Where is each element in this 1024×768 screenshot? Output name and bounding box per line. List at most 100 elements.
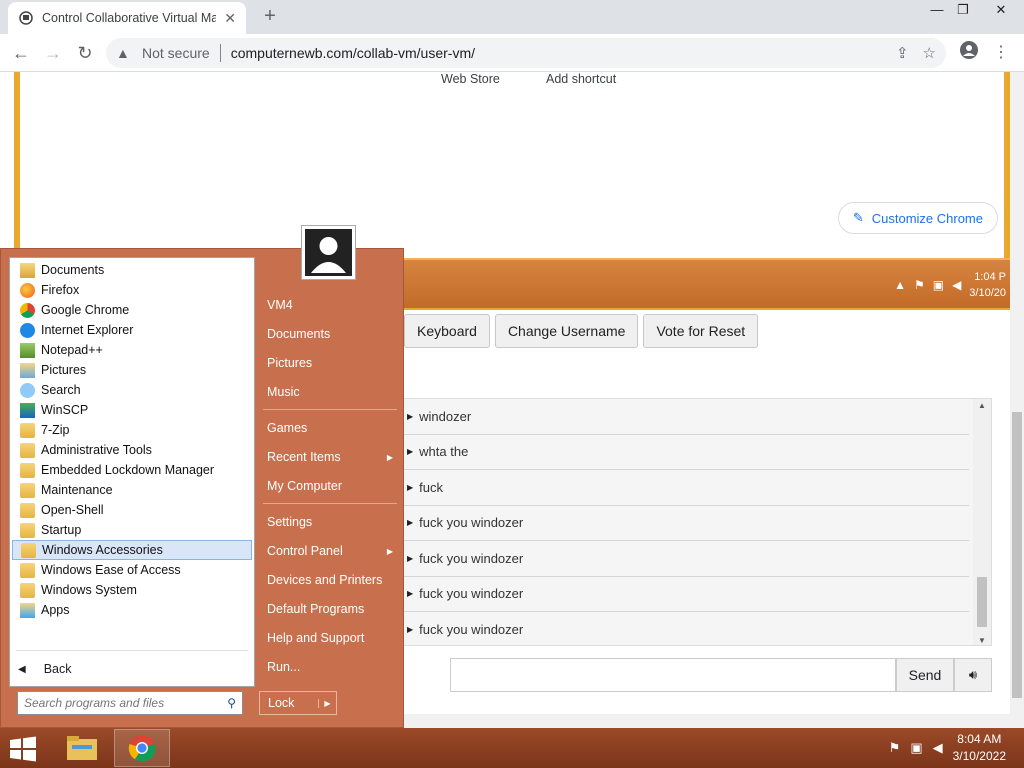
action-center-flag-icon[interactable]: ⚑ xyxy=(889,740,901,756)
lock-button[interactable]: Lock ▶ xyxy=(259,691,337,715)
start-right-item[interactable]: Settings xyxy=(259,509,399,535)
action-center-flag-icon[interactable]: ⚑ xyxy=(914,278,925,292)
clock-date: 3/10/2022 xyxy=(952,749,1006,763)
lock-label: Lock xyxy=(268,696,295,710)
vm-clock[interactable]: 1:04 P 3/10/20 xyxy=(969,269,1006,301)
start-right-item[interactable]: Control Panel ▶ xyxy=(259,538,399,564)
change-username-button[interactable]: Change Username xyxy=(494,314,639,348)
chat-message: 309▶fuck you windozer xyxy=(353,541,969,577)
program-item[interactable]: Administrative Tools xyxy=(12,440,252,460)
program-item[interactable]: Maintenance xyxy=(12,480,252,500)
chat-scrollbar[interactable]: ▲ ▼ xyxy=(973,399,991,645)
customize-chrome-button[interactable]: ✎ Customize Chrome xyxy=(837,202,998,234)
profile-icon[interactable] xyxy=(956,40,982,66)
start-right-item[interactable]: Default Programs xyxy=(259,596,399,622)
menu-kebab-icon[interactable]: ⋮ xyxy=(988,40,1014,66)
start-search-input[interactable] xyxy=(24,696,228,710)
chat-message: 309▶fuck you windozer xyxy=(353,577,969,612)
lock-options-arrow-icon[interactable]: ▶ xyxy=(318,698,336,708)
program-label: Documents xyxy=(41,263,105,277)
volume-muted-icon[interactable]: ◀ xyxy=(933,740,943,756)
window-close-button[interactable]: ✕ xyxy=(984,0,1018,22)
ntp-add-shortcut[interactable]: Add shortcut xyxy=(546,72,616,86)
restore-button[interactable]: ❐ xyxy=(946,0,980,22)
program-item[interactable]: Windows Accessories xyxy=(12,540,252,560)
program-item[interactable]: Embedded Lockdown Manager xyxy=(12,460,252,480)
start-search-box[interactable]: ⚲ xyxy=(17,691,243,715)
start-right-item[interactable]: Music xyxy=(259,379,399,405)
taskbar-clock[interactable]: 8:04 AM 3/10/2022 xyxy=(953,731,1006,765)
program-item[interactable]: Windows Ease of Access xyxy=(12,560,252,580)
keyboard-button[interactable]: Keyboard xyxy=(404,314,490,348)
folder-icon xyxy=(20,482,35,498)
page-scrollbar[interactable] xyxy=(1010,72,1024,728)
program-item[interactable]: 7-Zip xyxy=(12,420,252,440)
speaker-icon[interactable]: 🔊︎ xyxy=(954,658,992,692)
page-scroll-thumb[interactable] xyxy=(1012,412,1022,698)
program-item[interactable]: Open-Shell xyxy=(12,500,252,520)
folder-icon xyxy=(20,422,35,438)
scroll-down-icon[interactable]: ▼ xyxy=(978,636,986,645)
back-button[interactable]: ◀ Back xyxy=(18,662,72,676)
start-right-item[interactable]: Pictures xyxy=(259,350,399,376)
show-hidden-icon[interactable]: ▲ xyxy=(894,278,906,292)
browser-tab[interactable]: Control Collaborative Virtual Ma ✕ xyxy=(8,2,246,34)
address-bar[interactable]: ▲ Not secure computernewb.com/collab-vm/… xyxy=(106,38,946,68)
search-icon xyxy=(20,382,35,398)
message-arrow-icon: ▶ xyxy=(407,447,414,457)
reload-icon[interactable]: ↻ xyxy=(72,40,98,66)
share-icon[interactable]: ⇪ xyxy=(896,44,909,62)
chrome-taskbar-icon[interactable] xyxy=(114,729,170,767)
windows-start-icon[interactable] xyxy=(8,736,38,762)
program-label: Notepad++ xyxy=(41,343,103,357)
program-item[interactable]: WinSCP xyxy=(12,400,252,420)
program-item[interactable]: Apps xyxy=(12,600,252,620)
url-text[interactable]: computernewb.com/collab-vm/user-vm/ xyxy=(231,45,475,61)
chat-message: 309▶fuck you windozer xyxy=(353,612,969,645)
chat-scroll-thumb[interactable] xyxy=(977,577,987,627)
program-item[interactable]: Internet Explorer xyxy=(12,320,252,340)
chrome-icon xyxy=(20,302,35,318)
start-right-separator xyxy=(263,409,397,410)
program-item[interactable]: Google Chrome xyxy=(12,300,252,320)
program-item[interactable]: Documents xyxy=(12,260,252,280)
ntp-web-store[interactable]: Web Store xyxy=(441,72,500,86)
start-right-item[interactable]: Recent Items ▶ xyxy=(259,444,399,470)
start-right-item[interactable]: VM4 xyxy=(259,292,399,318)
chat-message-text: windozer xyxy=(419,408,472,424)
start-right-item[interactable]: Documents xyxy=(259,321,399,347)
program-item[interactable]: Pictures xyxy=(12,360,252,380)
documents-icon xyxy=(20,262,35,278)
start-right-item[interactable]: My Computer xyxy=(259,473,399,499)
program-item[interactable]: Search xyxy=(12,380,252,400)
bookmark-star-icon[interactable]: ☆ xyxy=(923,44,936,62)
file-explorer-icon[interactable] xyxy=(54,729,110,767)
back-arrow-icon[interactable]: ← xyxy=(8,40,34,66)
customize-chrome-label: Customize Chrome xyxy=(871,210,983,226)
user-avatar[interactable] xyxy=(301,225,356,280)
start-right-item[interactable]: Games xyxy=(259,415,399,441)
program-item[interactable]: Notepad++ xyxy=(12,340,252,360)
network-icon[interactable]: ▣ xyxy=(910,740,922,756)
program-item[interactable]: Firefox xyxy=(12,280,252,300)
search-icon[interactable]: ⚲ xyxy=(227,696,236,710)
start-right-item-label: Music xyxy=(267,385,300,399)
program-item[interactable]: Windows System xyxy=(12,580,252,600)
program-label: Apps xyxy=(41,603,70,617)
start-right-item[interactable]: Help and Support xyxy=(259,625,399,651)
new-tab-button[interactable]: + xyxy=(258,5,282,29)
start-right-item-label: Default Programs xyxy=(267,602,365,616)
tab-close-icon[interactable]: ✕ xyxy=(224,10,236,27)
network-icon[interactable]: ▣ xyxy=(933,278,944,292)
volume-muted-icon[interactable]: ◀ xyxy=(952,278,961,292)
start-right-item[interactable]: Run... xyxy=(259,654,399,680)
address-separator xyxy=(219,44,221,62)
send-button[interactable]: Send xyxy=(896,658,954,692)
vote-for-reset-button[interactable]: Vote for Reset xyxy=(643,314,759,348)
scroll-up-icon[interactable]: ▲ xyxy=(978,401,986,410)
chat-message-input[interactable] xyxy=(450,658,896,692)
message-arrow-icon: ▶ xyxy=(407,553,414,563)
program-item[interactable]: Startup xyxy=(12,520,252,540)
start-right-item[interactable]: Devices and Printers xyxy=(259,567,399,593)
forward-arrow-icon[interactable]: → xyxy=(40,40,66,66)
